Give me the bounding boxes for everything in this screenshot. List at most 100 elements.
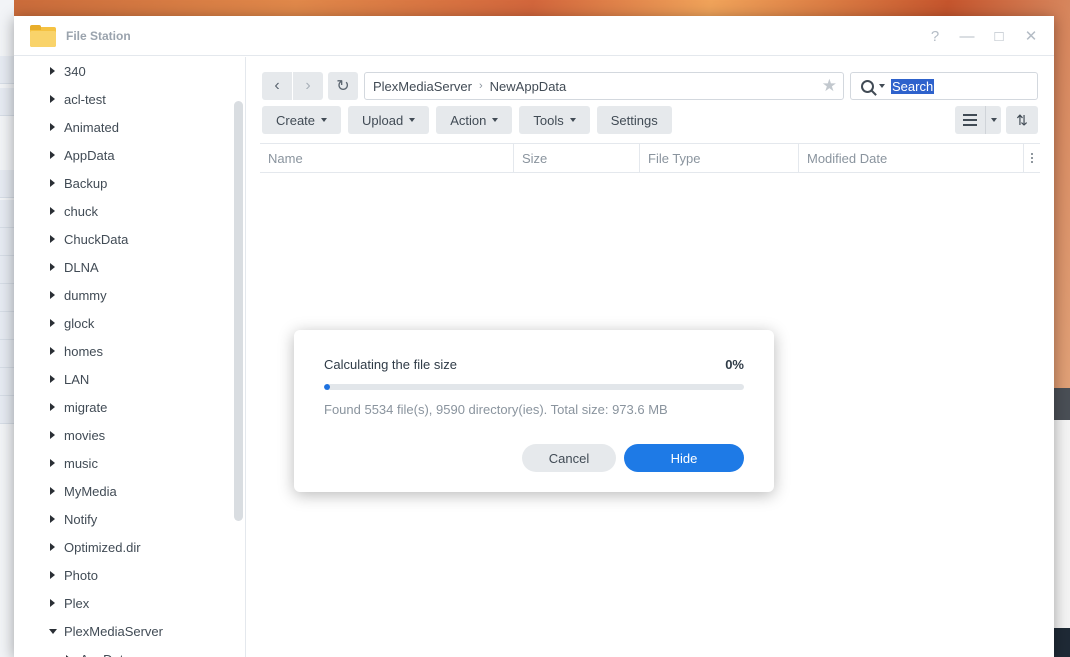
folder-tree: 340 acl-test Animated AppData Backup chuck Chu…	[14, 57, 246, 657]
caret-right-icon[interactable]	[50, 459, 55, 467]
tree-item-label: movies	[64, 427, 106, 443]
tree-item-label: PlexMediaServer	[64, 623, 163, 639]
tree-item[interactable]: Notify	[14, 505, 245, 533]
caret-right-icon[interactable]	[50, 291, 55, 299]
tree-item[interactable]: 340	[14, 57, 245, 85]
back-button[interactable]: ‹	[262, 72, 292, 100]
column-name[interactable]: Name	[260, 143, 514, 173]
tree-item[interactable]: AppData	[14, 645, 245, 657]
tree-item[interactable]: Optimized.dir	[14, 533, 245, 561]
title-bar[interactable]: File Station ? — □ ✕	[14, 16, 1054, 56]
minimize-icon[interactable]: —	[958, 26, 976, 46]
close-icon[interactable]: ✕	[1022, 26, 1040, 46]
settings-button[interactable]: Settings	[596, 106, 672, 134]
chevron-down-icon	[492, 118, 499, 122]
chevron-down-icon	[409, 118, 416, 122]
tree-item[interactable]: DLNA	[14, 253, 245, 281]
tree-item[interactable]: homes	[14, 337, 245, 365]
column-size[interactable]: Size	[514, 143, 640, 173]
star-icon[interactable]: ★	[822, 76, 837, 96]
tree-item-label: AppData	[64, 147, 115, 163]
column-menu-icon[interactable]	[1024, 143, 1040, 173]
tree-item[interactable]: Backup	[14, 169, 245, 197]
search-icon[interactable]	[861, 79, 874, 93]
view-mode-button[interactable]	[955, 106, 1001, 134]
tree-item[interactable]: Plex	[14, 589, 245, 617]
tree-item-label: Backup	[64, 175, 108, 191]
tree-item[interactable]: Photo	[14, 561, 245, 589]
caret-right-icon[interactable]	[50, 431, 55, 439]
caret-right-icon[interactable]	[50, 67, 55, 75]
tree-item[interactable]: MyMedia	[14, 477, 245, 505]
tree-item-label: acl-test	[64, 91, 106, 107]
caret-right-icon[interactable]	[50, 599, 55, 607]
tools-button[interactable]: Tools	[519, 106, 590, 134]
sort-button[interactable]: ⇅	[1006, 106, 1038, 134]
caret-right-icon[interactable]	[50, 487, 55, 495]
refresh-button[interactable]: ↻	[328, 72, 358, 100]
tree-item[interactable]: LAN	[14, 365, 245, 393]
path-segment[interactable]: PlexMediaServer	[373, 79, 472, 94]
action-button[interactable]: Action	[436, 106, 513, 134]
path-segment[interactable]: NewAppData	[490, 79, 567, 94]
caret-right-icon[interactable]	[50, 263, 55, 271]
list-view-icon	[955, 106, 985, 134]
dialog-info: Found 5534 file(s), 9590 directory(ies).…	[324, 402, 668, 417]
folder-icon	[30, 24, 56, 47]
tree-item[interactable]: AppData	[14, 141, 245, 169]
path-bar[interactable]: PlexMediaServer › NewAppData ★	[364, 72, 844, 100]
caret-down-icon[interactable]	[49, 628, 57, 634]
upload-button[interactable]: Upload	[348, 106, 430, 134]
caret-right-icon[interactable]	[50, 95, 55, 103]
calculating-size-dialog: Calculating the file size 0% Found 5534 …	[294, 330, 774, 492]
tree-item-label: Notify	[64, 511, 98, 527]
tree-item-label: Optimized.dir	[64, 539, 141, 555]
tree-item[interactable]: chuck	[14, 197, 245, 225]
forward-button[interactable]: ›	[293, 72, 323, 100]
action-label: Action	[450, 112, 487, 128]
tree-item[interactable]: migrate	[14, 393, 245, 421]
help-icon[interactable]: ?	[926, 26, 944, 46]
tree-item[interactable]: PlexMediaServer	[14, 617, 245, 645]
tree-item[interactable]: ChuckData	[14, 225, 245, 253]
caret-right-icon[interactable]	[50, 571, 55, 579]
tree-item-label: ChuckData	[64, 231, 129, 247]
search-box[interactable]: Search	[850, 72, 1038, 100]
caret-right-icon[interactable]	[50, 235, 55, 243]
tree-item[interactable]: Animated	[14, 113, 245, 141]
tree-item-label: Animated	[64, 119, 119, 135]
chevron-down-icon[interactable]	[985, 106, 1001, 134]
caret-right-icon[interactable]	[50, 403, 55, 411]
window-title: File Station	[66, 28, 131, 43]
search-input[interactable]: Search	[891, 78, 935, 94]
sidebar-scrollbar[interactable]	[234, 101, 243, 521]
column-file-type[interactable]: File Type	[640, 143, 799, 173]
caret-right-icon[interactable]	[50, 123, 55, 131]
caret-right-icon[interactable]	[50, 347, 55, 355]
caret-right-icon[interactable]	[50, 151, 55, 159]
settings-label: Settings	[610, 112, 658, 128]
tree-item-label: music	[64, 455, 98, 471]
create-button[interactable]: Create	[262, 106, 342, 134]
caret-right-icon[interactable]	[50, 515, 55, 523]
tree-item[interactable]: movies	[14, 421, 245, 449]
desktop-left-strip	[0, 0, 14, 657]
caret-right-icon[interactable]	[50, 319, 55, 327]
tree-item[interactable]: music	[14, 449, 245, 477]
tree-item[interactable]: glock	[14, 309, 245, 337]
chevron-down-icon[interactable]	[879, 84, 885, 88]
caret-right-icon[interactable]	[50, 375, 55, 383]
desktop-right-panel	[1054, 388, 1070, 420]
caret-right-icon[interactable]	[50, 207, 55, 215]
tools-label: Tools	[533, 112, 564, 128]
cancel-button[interactable]: Cancel	[522, 444, 616, 472]
caret-right-icon[interactable]	[50, 179, 55, 187]
tree-item[interactable]: acl-test	[14, 85, 245, 113]
create-label: Create	[276, 112, 316, 128]
tree-item[interactable]: dummy	[14, 281, 245, 309]
hide-button[interactable]: Hide	[624, 444, 744, 472]
caret-right-icon[interactable]	[50, 543, 55, 551]
maximize-icon[interactable]: □	[990, 26, 1008, 46]
column-modified-date[interactable]: Modified Date	[799, 143, 1024, 173]
tree-item-label: homes	[64, 343, 104, 359]
